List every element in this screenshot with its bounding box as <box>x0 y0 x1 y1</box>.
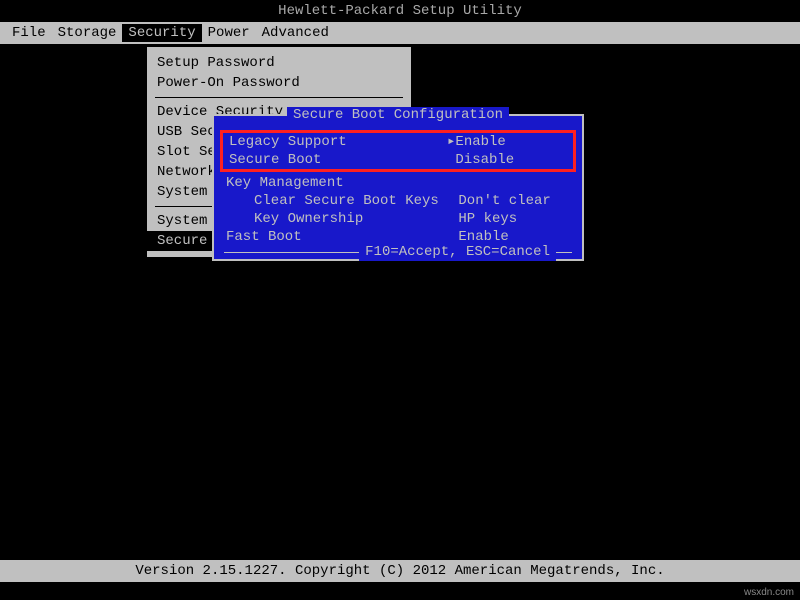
option-secure-boot[interactable]: Secure Boot Disable <box>227 151 569 169</box>
menu-power[interactable]: Power <box>202 24 256 42</box>
option-value: Don't clear <box>450 192 570 210</box>
option-label: Clear Secure Boot Keys <box>226 192 450 210</box>
menu-item-power-on-password[interactable]: Power-On Password <box>147 73 411 93</box>
status-bar: Version 2.15.1227. Copyright (C) 2012 Am… <box>0 560 800 582</box>
option-value: Disable <box>447 151 567 169</box>
option-value: HP keys <box>450 210 570 228</box>
watermark: wsxdn.com <box>744 587 794 598</box>
dialog-title: Secure Boot Configuration <box>214 106 582 124</box>
highlight-box: Legacy Support▸EnableSecure Boot Disable <box>220 130 576 172</box>
secure-boot-dialog: Secure Boot Configuration Legacy Support… <box>212 114 584 261</box>
menu-security[interactable]: Security <box>122 24 201 42</box>
menubar: FileStorageSecurityPowerAdvanced <box>0 22 800 44</box>
option-label: Legacy Support <box>229 133 447 151</box>
dialog-body: Legacy Support▸EnableSecure Boot Disable… <box>224 130 572 246</box>
menu-file[interactable]: File <box>6 24 52 42</box>
option-value: ▸Enable <box>447 133 567 151</box>
option-clear-secure-boot-keys[interactable]: Clear Secure Boot Keys Don't clear <box>224 192 572 210</box>
option-value <box>450 174 570 192</box>
menu-item-setup-password[interactable]: Setup Password <box>147 53 411 73</box>
menu-storage[interactable]: Storage <box>52 24 123 42</box>
option-legacy-support[interactable]: Legacy Support▸Enable <box>227 133 569 151</box>
option-label: Key Ownership <box>226 210 450 228</box>
option-label: Secure Boot <box>229 151 447 169</box>
option-key-ownership[interactable]: Key Ownership HP keys <box>224 210 572 228</box>
menu-divider <box>155 97 403 98</box>
window-title: Hewlett-Packard Setup Utility <box>0 0 800 22</box>
option-key-management: Key Management <box>224 174 572 192</box>
option-label: Key Management <box>226 174 450 192</box>
menu-advanced[interactable]: Advanced <box>256 24 335 42</box>
dialog-footer: F10=Accept, ESC=Cancel <box>224 252 572 253</box>
